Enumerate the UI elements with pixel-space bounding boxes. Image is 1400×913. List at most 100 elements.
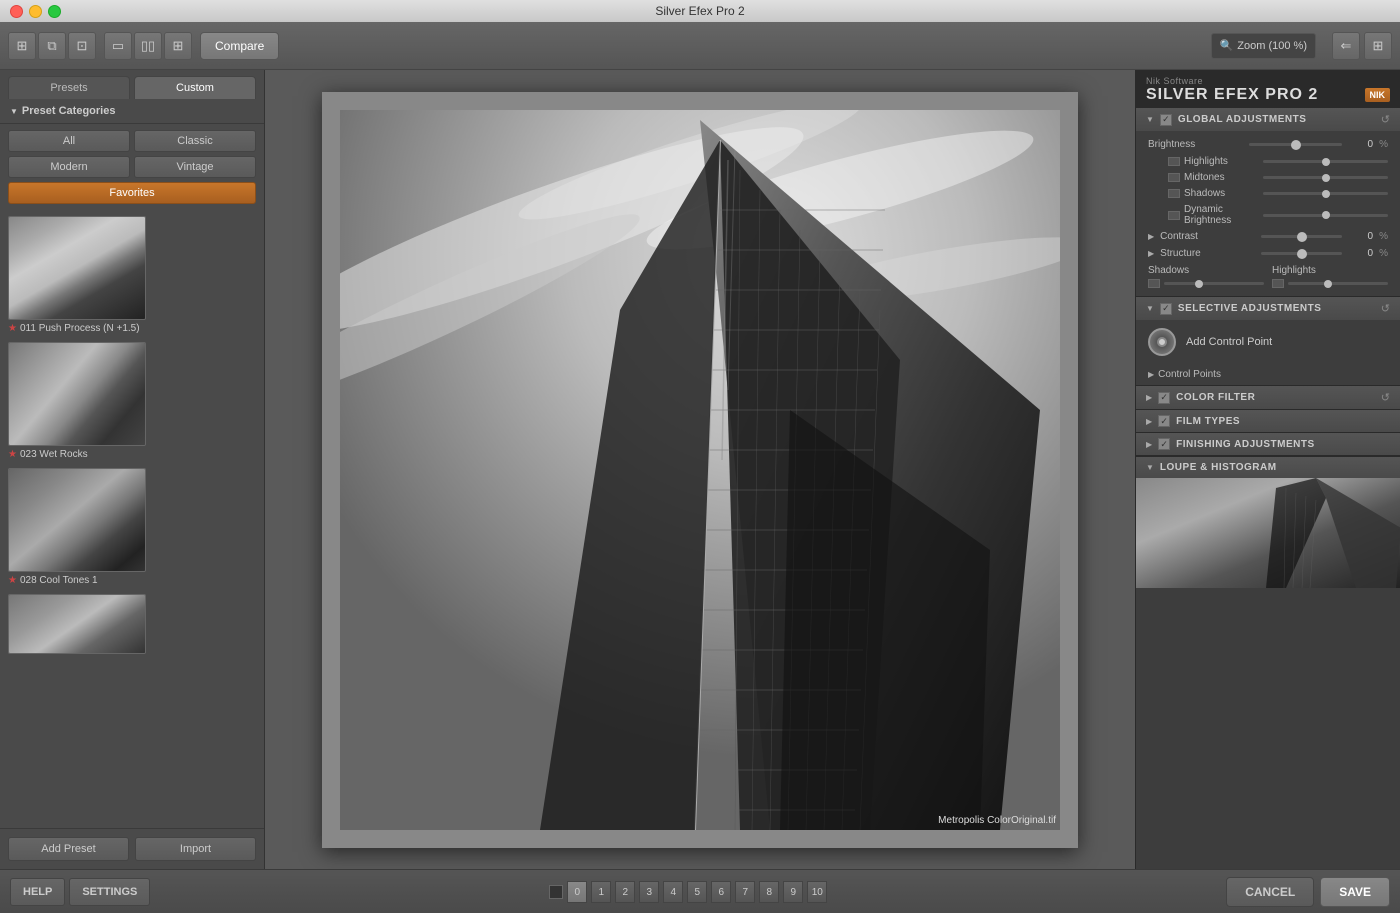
midtones-slider[interactable] <box>1263 176 1388 179</box>
add-control-point-button[interactable]: Add Control Point <box>1136 320 1400 364</box>
layout-grid-icon[interactable]: ⊞ <box>164 32 192 60</box>
ft-checkbox[interactable]: ✓ <box>1158 415 1170 427</box>
dynamic-brightness-checkbox[interactable] <box>1168 211 1180 220</box>
history-num-3[interactable]: 3 <box>639 881 659 903</box>
save-button[interactable]: SAVE <box>1320 877 1390 907</box>
shadows-checkbox[interactable] <box>1168 189 1180 198</box>
list-item[interactable] <box>8 594 256 654</box>
nik-badge: NIK <box>1365 88 1391 102</box>
history-num-7[interactable]: 7 <box>735 881 755 903</box>
history-num-5[interactable]: 5 <box>687 881 707 903</box>
structure-shadows-slider[interactable] <box>1164 282 1264 285</box>
maximize-button[interactable] <box>48 5 61 18</box>
list-item[interactable]: ★ 023 Wet Rocks <box>8 342 256 460</box>
compare-button[interactable]: Compare <box>200 32 279 60</box>
history-num-8[interactable]: 8 <box>759 881 779 903</box>
loupe-label: LOUPE & HISTOGRAM <box>1160 462 1277 473</box>
dynamic-brightness-label: Dynamic Brightness <box>1184 204 1259 226</box>
film-types-section[interactable]: ▶ ✓ FILM TYPES <box>1136 410 1400 433</box>
brightness-value: 0 <box>1348 139 1373 150</box>
left-bottom-bar: Add Preset Import <box>0 828 264 869</box>
right-panel: Nik Software SILVER EFEX PRO 2 NIK ▼ ✓ G… <box>1135 70 1400 869</box>
color-filter-section[interactable]: ▶ ✓ COLOR FILTER ↺ <box>1136 386 1400 410</box>
cat-favorites-button[interactable]: Favorites <box>8 182 256 204</box>
close-button[interactable] <box>10 5 23 18</box>
selective-adjustments-section: ▼ ✓ SELECTIVE ADJUSTMENTS ↺ Add Control … <box>1136 297 1400 386</box>
cf-checkbox[interactable]: ✓ <box>1158 392 1170 404</box>
history-checkbox[interactable] <box>549 885 563 899</box>
structure-highlights-slider[interactable] <box>1288 282 1388 285</box>
structure-highlights-checkbox[interactable] <box>1272 279 1284 288</box>
history-num-10[interactable]: 10 <box>807 881 827 903</box>
structure-slider[interactable] <box>1261 252 1342 255</box>
control-point-icon <box>1148 328 1176 356</box>
sel-checkbox[interactable]: ✓ <box>1160 303 1172 315</box>
layout-single-icon[interactable]: ▭ <box>104 32 132 60</box>
loupe-image <box>1136 478 1400 588</box>
finishing-adjustments-section[interactable]: ▶ ✓ FINISHING ADJUSTMENTS <box>1136 433 1400 456</box>
nik-header: Nik Software SILVER EFEX PRO 2 NIK <box>1136 70 1400 108</box>
settings-button[interactable]: SETTINGS <box>69 878 150 906</box>
zoom-display[interactable]: 🔍 Zoom (100 %) <box>1211 33 1316 59</box>
import-button[interactable]: Import <box>135 837 256 861</box>
reset-icon[interactable]: ↺ <box>1381 113 1390 126</box>
global-adjustments-header[interactable]: ▼ ✓ GLOBAL ADJUSTMENTS ↺ <box>1136 108 1400 131</box>
control-points-row[interactable]: ▶ Control Points <box>1136 364 1400 385</box>
left-panel: Presets Custom ▼ Preset Categories All C… <box>0 70 265 869</box>
tab-presets[interactable]: Presets <box>8 76 130 99</box>
preset-label: ★ 028 Cool Tones 1 <box>8 575 256 586</box>
toolbar: ⊞ ⧉ ⊡ ▭ ▯▯ ⊞ Compare 🔍 Zoom (100 %) ⇐ ⊞ <box>0 22 1400 70</box>
preset-thumbnail <box>8 216 146 320</box>
nik-title-row: SILVER EFEX PRO 2 NIK <box>1146 86 1390 104</box>
cf-reset-icon[interactable]: ↺ <box>1381 391 1390 404</box>
history-num-2[interactable]: 2 <box>615 881 635 903</box>
list-item[interactable]: ★ 028 Cool Tones 1 <box>8 468 256 586</box>
brightness-row: Brightness 0 % <box>1148 139 1388 150</box>
cat-modern-button[interactable]: Modern <box>8 156 130 178</box>
tab-custom[interactable]: Custom <box>134 76 256 99</box>
view-single-button[interactable]: ⊞ <box>8 32 36 60</box>
midtones-checkbox[interactable] <box>1168 173 1180 182</box>
fa-checkbox[interactable]: ✓ <box>1158 438 1170 450</box>
nav-button-1[interactable]: ⇐ <box>1332 32 1360 60</box>
cancel-button[interactable]: CANCEL <box>1226 877 1314 907</box>
shadows-slider[interactable] <box>1263 192 1388 195</box>
dynamic-brightness-slider[interactable] <box>1263 214 1388 217</box>
selective-adjustments-header[interactable]: ▼ ✓ SELECTIVE ADJUSTMENTS ↺ <box>1136 297 1400 320</box>
highlights-slider[interactable] <box>1263 160 1388 163</box>
cat-classic-button[interactable]: Classic <box>134 130 256 152</box>
history-num-6[interactable]: 6 <box>711 881 731 903</box>
preset-tabs: Presets Custom <box>0 70 264 99</box>
structure-shadows-checkbox[interactable] <box>1148 279 1160 288</box>
layout-side-icon[interactable]: ▯▯ <box>134 32 162 60</box>
cat-all-button[interactable]: All <box>8 130 130 152</box>
history-num-9[interactable]: 9 <box>783 881 803 903</box>
control-points-label: Control Points <box>1158 369 1221 380</box>
history-num-0[interactable]: 0 <box>567 881 587 903</box>
cat-vintage-button[interactable]: Vintage <box>134 156 256 178</box>
contrast-label: Contrast <box>1160 231 1255 242</box>
contrast-slider[interactable] <box>1261 235 1342 238</box>
loupe-header[interactable]: ▼ LOUPE & HISTOGRAM <box>1136 457 1400 478</box>
brightness-slider[interactable] <box>1249 143 1342 146</box>
list-item[interactable]: ★ 011 Push Process (N +1.5) <box>8 216 256 334</box>
add-preset-button[interactable]: Add Preset <box>8 837 129 861</box>
preset-thumbnail <box>8 594 146 654</box>
help-button[interactable]: HELP <box>10 878 65 906</box>
preset-categories-header[interactable]: ▼ Preset Categories <box>0 99 264 124</box>
highlights-checkbox[interactable] <box>1168 157 1180 166</box>
minimize-button[interactable] <box>29 5 42 18</box>
global-adjustments-section: ▼ ✓ GLOBAL ADJUSTMENTS ↺ Brightness 0 % <box>1136 108 1400 297</box>
global-checkbox[interactable]: ✓ <box>1160 114 1172 126</box>
preset-label: ★ 023 Wet Rocks <box>8 449 256 460</box>
selective-label: SELECTIVE ADJUSTMENTS <box>1178 303 1321 314</box>
history-num-1[interactable]: 1 <box>591 881 611 903</box>
nav-button-2[interactable]: ⊞ <box>1364 32 1392 60</box>
structure-highlights-control: Highlights <box>1272 265 1388 288</box>
history-num-4[interactable]: 4 <box>663 881 683 903</box>
view-split-button[interactable]: ⧉ <box>38 32 66 60</box>
sel-reset-icon[interactable]: ↺ <box>1381 302 1390 315</box>
bottom-bar: HELP SETTINGS 0 1 2 3 4 5 6 7 8 9 10 CAN… <box>0 869 1400 913</box>
view-loupe-button[interactable]: ⊡ <box>68 32 96 60</box>
triangle-icon: ▼ <box>10 107 18 116</box>
